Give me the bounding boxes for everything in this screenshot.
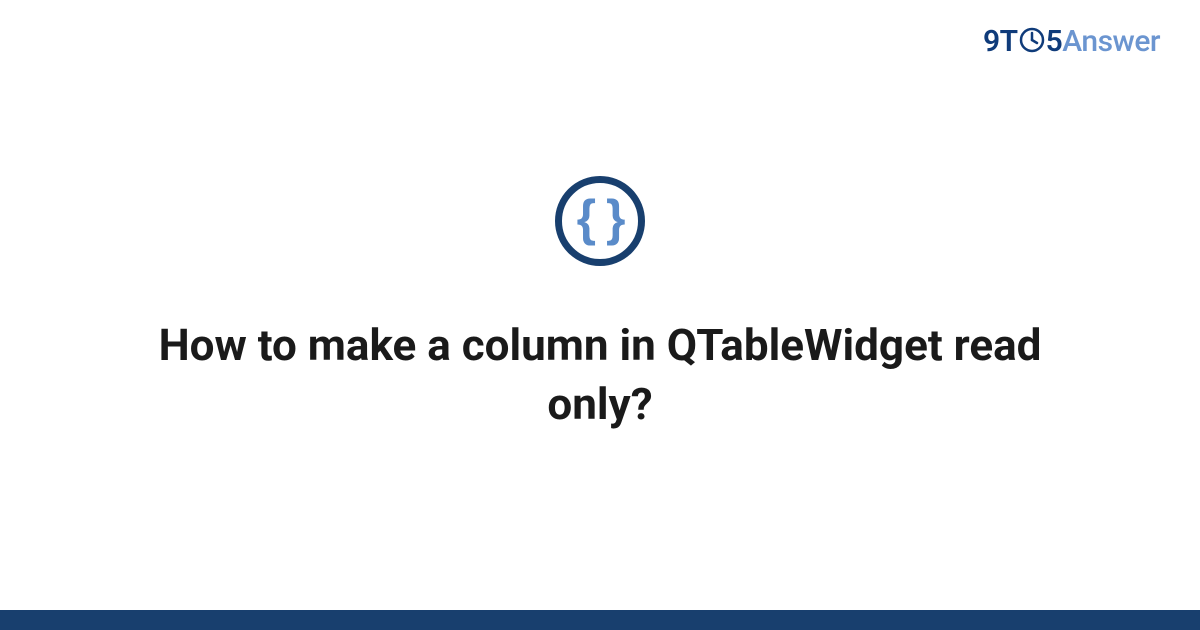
category-icon-circle: { } (555, 176, 645, 266)
footer-bar (0, 610, 1200, 630)
question-title: How to make a column in QTableWidget rea… (150, 316, 1050, 435)
main-content: { } How to make a column in QTableWidget… (0, 0, 1200, 630)
code-braces-icon: { } (577, 193, 624, 243)
